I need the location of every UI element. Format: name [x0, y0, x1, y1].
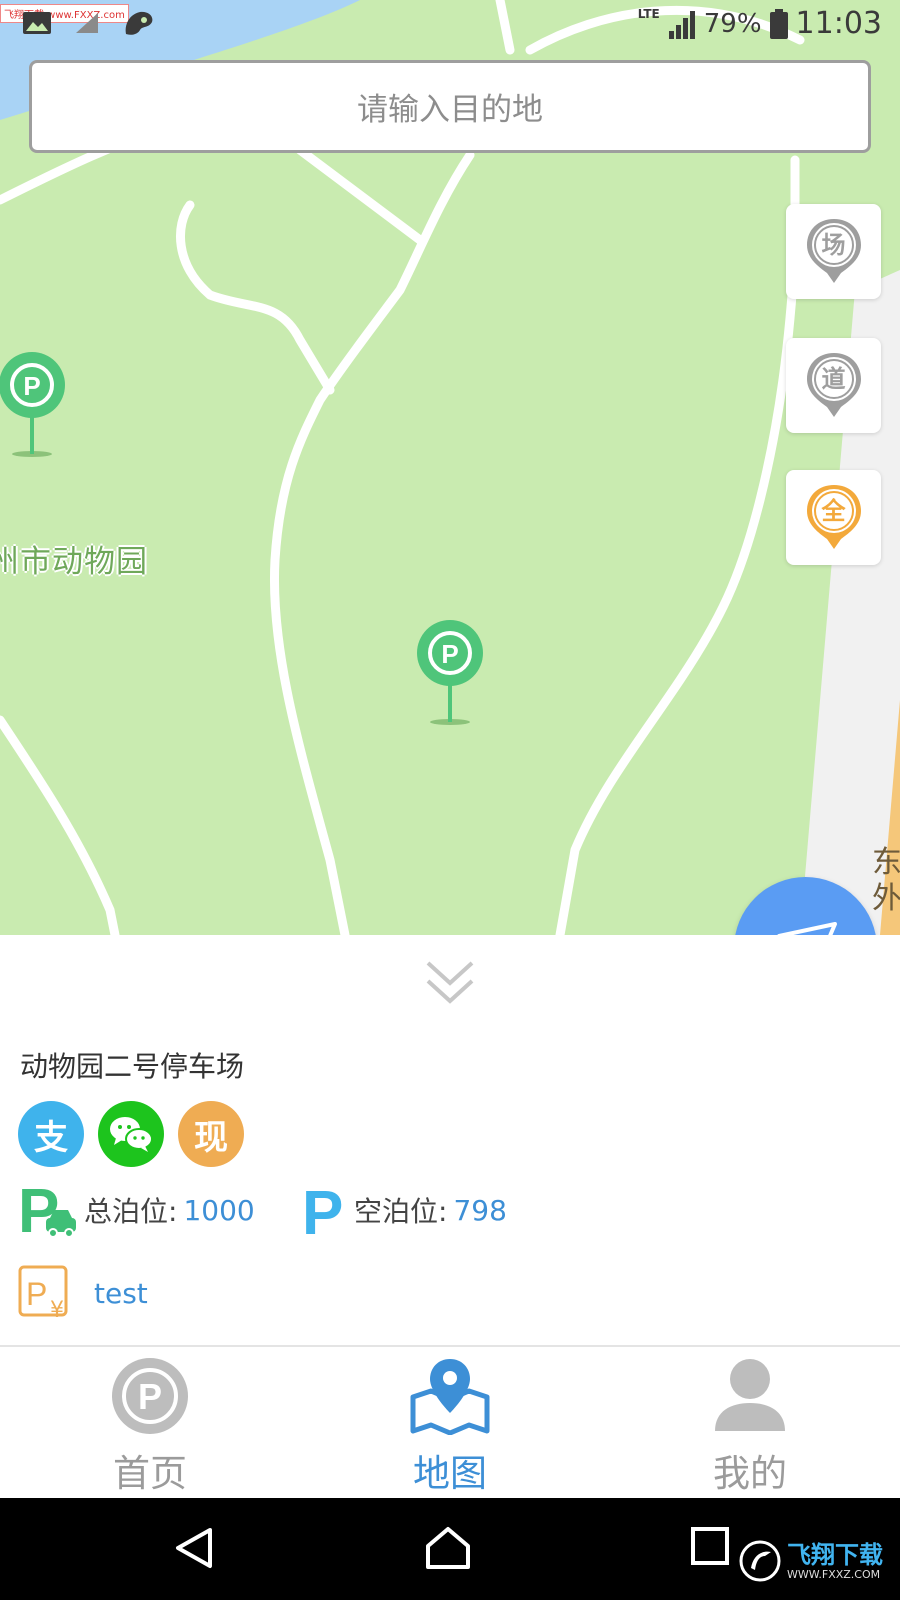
- cash-icon: 现: [178, 1101, 244, 1167]
- watermark-bottom: 飞翔下载 WWW.FXXZ.COM: [733, 1534, 893, 1588]
- tab-map[interactable]: 地图: [300, 1347, 600, 1498]
- alipay-icon: 支: [18, 1101, 84, 1167]
- destination-search-input[interactable]: 请输入目的地: [29, 60, 871, 153]
- payment-methods: 支 现: [18, 1101, 244, 1167]
- map-road-label: 东外: [872, 845, 900, 916]
- user-icon: [715, 1359, 785, 1431]
- parking-info-panel: 动物园二号停车场 支 现 P 总泊位: 1000 P 空泊位: 798 P ¥ …: [0, 935, 900, 1345]
- filter-label: 全: [821, 496, 846, 525]
- parking-pin-icon[interactable]: P: [0, 350, 67, 460]
- signal-icon: [668, 10, 695, 39]
- filter-all-button[interactable]: 全: [786, 470, 881, 565]
- parking-fee-icon: P ¥: [18, 1265, 68, 1321]
- total-spaces-value: 1000: [183, 1193, 255, 1227]
- svg-text:P: P: [26, 1276, 47, 1312]
- tab-mine[interactable]: 我的: [600, 1347, 900, 1498]
- network-type: LTE: [637, 6, 660, 21]
- svg-text:P: P: [138, 1376, 162, 1417]
- uc-browser-icon: [125, 11, 153, 35]
- watermark-url: WWW.FXXZ.COM: [787, 1567, 881, 1581]
- battery-icon: [769, 8, 788, 39]
- map-place-label: 州市动物园: [0, 544, 148, 580]
- total-spaces-label: 总泊位:: [84, 1195, 178, 1228]
- parking-pin-icon[interactable]: P: [415, 618, 485, 728]
- price-text: test: [94, 1276, 148, 1310]
- status-bar-system: LTE 79% 11:03: [638, 6, 882, 41]
- parking-home-icon: P: [112, 1358, 188, 1434]
- bottom-tab-bar: P 首页 地图 我的: [0, 1345, 900, 1498]
- free-spaces-value: 798: [453, 1193, 507, 1227]
- svg-text:P: P: [441, 639, 458, 669]
- total-spaces: P 总泊位: 1000: [18, 1180, 255, 1240]
- weak-signal-icon: [76, 13, 98, 33]
- status-bar: 飞翔下载 www.FXXZ.com LTE 79% 11:03: [0, 0, 900, 52]
- battery-percent: 79%: [703, 8, 762, 39]
- free-spaces-label: 空泊位:: [354, 1195, 448, 1228]
- tab-label: 地图: [413, 1452, 487, 1495]
- filter-parking-lot-button[interactable]: 场: [786, 204, 881, 299]
- collapse-chevron-icon[interactable]: [424, 957, 476, 1009]
- watermark-logo-icon: [739, 1540, 781, 1582]
- filter-label: 道: [821, 364, 846, 393]
- tab-label: 首页: [113, 1452, 187, 1495]
- map-location-icon: [410, 1359, 490, 1435]
- svg-text:¥: ¥: [50, 1298, 64, 1321]
- filter-label: 场: [821, 230, 846, 259]
- parking-p-icon: P: [302, 1180, 343, 1240]
- free-spaces: P 空泊位: 798: [302, 1180, 507, 1240]
- svg-text:P: P: [23, 371, 40, 401]
- watermark-title: 飞翔下载: [787, 1540, 883, 1569]
- parking-car-icon: P: [18, 1180, 76, 1240]
- search-placeholder: 请输入目的地: [357, 92, 543, 128]
- tab-home[interactable]: P 首页: [0, 1347, 300, 1498]
- home-icon[interactable]: [424, 1526, 472, 1570]
- parking-lot-name: 动物园二号停车场: [20, 1050, 245, 1083]
- tab-label: 我的: [713, 1452, 787, 1495]
- gallery-icon: [23, 12, 51, 34]
- wechat-pay-icon: [98, 1101, 164, 1167]
- price-info: P ¥ test: [18, 1265, 148, 1321]
- status-bar-notifications: [22, 8, 156, 38]
- clock: 11:03: [795, 6, 882, 41]
- svg-text:P: P: [302, 1180, 343, 1240]
- recent-apps-icon[interactable]: [690, 1526, 730, 1566]
- back-icon[interactable]: [172, 1526, 216, 1570]
- filter-roadside-button[interactable]: 道: [786, 338, 881, 433]
